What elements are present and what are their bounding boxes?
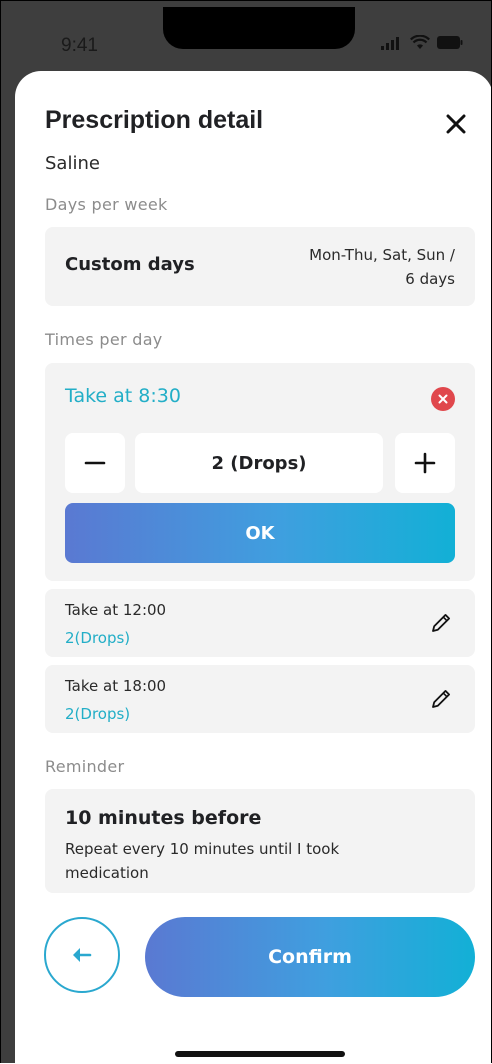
ok-button[interactable]: OK — [65, 503, 455, 563]
dose-amount: 2(Drops) — [65, 705, 131, 723]
increment-button[interactable] — [395, 433, 455, 493]
system-icons — [381, 35, 463, 50]
pencil-icon[interactable] — [429, 687, 453, 711]
notch — [163, 7, 355, 49]
status-time: 9:41 — [61, 35, 98, 56]
reminder-description: Repeat every 10 minutes until I took med… — [65, 840, 340, 882]
confirm-button[interactable]: Confirm — [145, 917, 475, 997]
dose-editor-card: Take at 8:30 2 (Drops) OK — [45, 363, 475, 581]
custom-days-label: Custom days — [65, 254, 195, 275]
wifi-icon — [410, 35, 430, 49]
page-title: Prescription detail — [45, 106, 264, 134]
close-icon[interactable] — [441, 109, 471, 139]
dose-editor-title[interactable]: Take at 8:30 — [65, 385, 181, 407]
battery-icon — [437, 36, 463, 49]
quantity-value: 2 (Drops) — [135, 433, 383, 493]
plus-icon — [414, 452, 436, 474]
times-per-day-label: Times per day — [45, 330, 163, 349]
dose-time: Take at 12:00 — [65, 601, 167, 619]
cellular-signal-icon — [381, 36, 399, 50]
custom-days-value: Mon-Thu, Sat, Sun / 6 days — [255, 243, 455, 291]
medication-name: Saline — [45, 153, 100, 174]
dose-item[interactable]: Take at 18:00 2(Drops) — [45, 665, 475, 733]
minus-icon — [84, 461, 106, 465]
reminder-title: 10 minutes before — [65, 807, 262, 829]
days-per-week-label: Days per week — [45, 195, 168, 214]
custom-days-value-line2: 6 days — [405, 270, 455, 288]
back-button[interactable] — [44, 917, 120, 993]
reminder-card[interactable]: 10 minutes before Repeat every 10 minute… — [45, 789, 475, 893]
arrow-left-icon — [73, 948, 92, 962]
days-per-week-card[interactable]: Custom days Mon-Thu, Sat, Sun / 6 days — [45, 227, 475, 306]
decrement-button[interactable] — [65, 433, 125, 493]
dose-time: Take at 18:00 — [65, 677, 167, 695]
status-bar: 9:41 — [1, 1, 491, 73]
pencil-icon[interactable] — [429, 611, 453, 635]
close-icon — [438, 394, 448, 404]
dose-item[interactable]: Take at 12:00 2(Drops) — [45, 589, 475, 657]
reminder-label: Reminder — [45, 757, 125, 776]
remove-dose-button[interactable] — [431, 387, 455, 411]
custom-days-value-line1: Mon-Thu, Sat, Sun / — [309, 246, 455, 264]
prescription-sheet: Prescription detail Saline Days per week… — [15, 71, 491, 1063]
phone-frame: 9:41 Prescription detail Saline Days per… — [0, 0, 492, 1063]
home-indicator — [175, 1051, 345, 1057]
dose-amount: 2(Drops) — [65, 629, 131, 647]
